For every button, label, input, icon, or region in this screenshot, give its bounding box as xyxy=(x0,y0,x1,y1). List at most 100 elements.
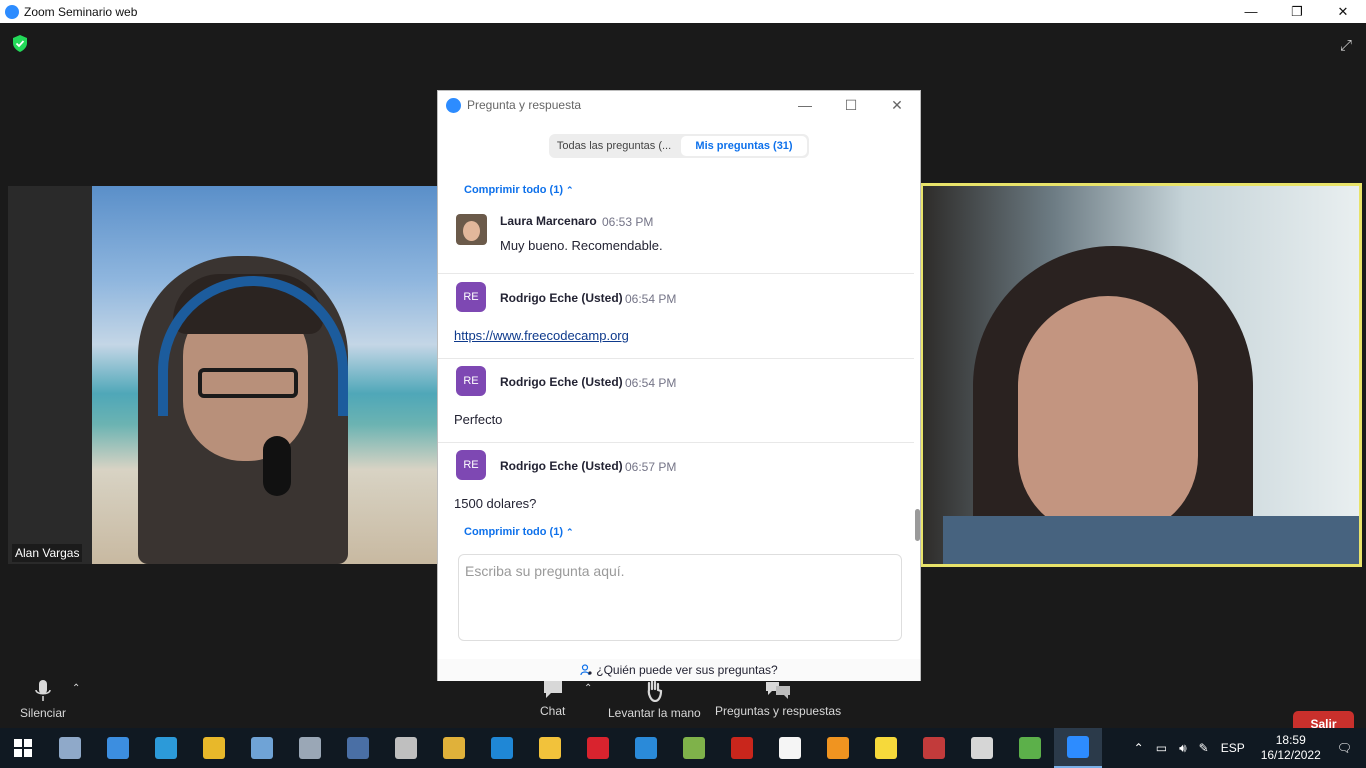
notepad-icon xyxy=(683,737,705,759)
fullscreen-icon[interactable]: ⤢ xyxy=(1340,37,1352,54)
taskbar-app[interactable] xyxy=(334,728,382,768)
taskbar-app[interactable] xyxy=(382,728,430,768)
wizard-icon xyxy=(395,737,417,759)
opera-icon xyxy=(587,737,609,759)
camera-icon xyxy=(299,737,321,759)
message-time: 06:54 PM xyxy=(625,376,677,390)
taskbar-app[interactable] xyxy=(814,728,862,768)
mute-control[interactable]: Silenciar xyxy=(20,680,66,720)
colorful-app-icon xyxy=(1019,737,1041,759)
audio-options-chevron-icon[interactable]: ⌃ xyxy=(72,683,80,694)
vscode-icon xyxy=(635,737,657,759)
close-button[interactable]: ✕ xyxy=(1320,0,1366,23)
taskbar-app[interactable] xyxy=(862,728,910,768)
collapse-all-top-link[interactable]: Comprimir todo (1) ⌃ xyxy=(464,184,574,196)
start-button[interactable] xyxy=(0,728,46,768)
yellow-app-icon xyxy=(875,737,897,759)
clock[interactable]: 18:59 16/12/2022 xyxy=(1261,733,1321,763)
who-can-see-link[interactable]: ¿Quién puede ver sus preguntas? xyxy=(438,659,920,681)
person-lock-icon xyxy=(580,664,592,676)
chat-options-chevron-icon[interactable]: ⌃ xyxy=(584,683,592,694)
qa-bubbles-icon xyxy=(766,682,791,699)
security-shield-icon[interactable] xyxy=(12,35,28,52)
circle-app-icon xyxy=(443,737,465,759)
taskbar-app[interactable] xyxy=(910,728,958,768)
language-indicator[interactable]: ESP xyxy=(1221,741,1245,755)
taskbar-apps xyxy=(46,728,1102,768)
message-time: 06:57 PM xyxy=(625,460,677,474)
taskbar-app[interactable] xyxy=(142,728,190,768)
taskbar-app[interactable] xyxy=(1006,728,1054,768)
volume-icon[interactable]: 🔊︎ xyxy=(1179,741,1187,756)
taskbar-app[interactable] xyxy=(526,728,574,768)
taskbar-app[interactable] xyxy=(670,728,718,768)
tab-my-questions[interactable]: Mis preguntas (31) xyxy=(681,136,807,156)
taskbar-app[interactable] xyxy=(46,728,94,768)
taskbar-app[interactable] xyxy=(622,728,670,768)
minimize-button[interactable]: — xyxy=(1228,0,1274,23)
tab-all-questions[interactable]: Todas las preguntas (... xyxy=(549,134,679,158)
list-item: RE Rodrigo Eche (Usted) 06:57 PM 1500 do… xyxy=(438,443,914,523)
scrollbar-thumb[interactable] xyxy=(915,509,920,541)
calculator-icon xyxy=(347,737,369,759)
zoom-logo-icon xyxy=(5,4,19,19)
taskbar-app[interactable] xyxy=(430,728,478,768)
red-app-icon xyxy=(923,737,945,759)
system-tray: ⌃ ▭ 🔊︎ ✎ ESP 18:59 16/12/2022 🗨︎ xyxy=(1128,728,1366,768)
qa-window-controls: — ☐ ✕ xyxy=(782,91,920,119)
raise-hand-label: Levantar la mano xyxy=(608,706,701,720)
restore-button[interactable]: ❐ xyxy=(1274,0,1320,23)
control-panel-icon xyxy=(107,737,129,759)
microphone xyxy=(263,436,291,496)
question-input-container xyxy=(458,554,902,641)
avatar: RE xyxy=(456,366,486,396)
video-tile-right-active-speaker[interactable] xyxy=(920,183,1362,567)
qa-tabs: Todas las preguntas (... Mis preguntas (… xyxy=(549,134,809,158)
message-text: Perfecto xyxy=(454,412,503,427)
avatar: RE xyxy=(456,282,486,312)
list-item: Laura Marcenaro 06:53 PM Muy bueno. Reco… xyxy=(438,203,914,274)
taskbar-app[interactable] xyxy=(190,728,238,768)
battery-icon[interactable]: ▭ xyxy=(1156,741,1167,755)
chat-bubble-icon xyxy=(543,681,562,698)
taskbar-app[interactable] xyxy=(1054,728,1102,768)
qa-title: Pregunta y respuesta xyxy=(467,98,582,112)
qa-scrollbar[interactable] xyxy=(914,171,921,626)
taskbar-app[interactable] xyxy=(238,728,286,768)
microphone-icon xyxy=(35,680,51,701)
message-sender: Laura Marcenaro xyxy=(500,214,597,228)
message-link[interactable]: https://www.freecodecamp.org xyxy=(454,328,629,343)
windows-taskbar: ⌃ ▭ 🔊︎ ✎ ESP 18:59 16/12/2022 🗨︎ xyxy=(0,728,1366,768)
taskbar-app[interactable] xyxy=(94,728,142,768)
qa-label: Preguntas y respuestas xyxy=(715,704,842,718)
taskbar-app[interactable] xyxy=(574,728,622,768)
video-tile-left[interactable]: Alan Vargas xyxy=(8,186,438,564)
app-titlebar: Zoom Seminario web — ❐ ✕ xyxy=(0,0,1366,23)
message-sender: Rodrigo Eche (Usted) xyxy=(500,291,623,305)
zoom-icon xyxy=(1067,736,1089,758)
pen-icon[interactable]: ✎ xyxy=(1199,741,1209,755)
taskbar-app[interactable] xyxy=(286,728,334,768)
filezilla-icon xyxy=(731,737,753,759)
taskbar-app[interactable] xyxy=(958,728,1006,768)
message-sender: Rodrigo Eche (Usted) xyxy=(500,459,623,473)
qa-maximize-button[interactable]: ☐ xyxy=(828,91,874,119)
taskbar-app[interactable] xyxy=(718,728,766,768)
file-explorer-icon xyxy=(539,737,561,759)
qa-minimize-button[interactable]: — xyxy=(782,91,828,119)
collapse-all-bottom-link[interactable]: Comprimir todo (1) ⌃ xyxy=(464,526,574,538)
participant-face-2 xyxy=(1018,296,1198,536)
tray-overflow-chevron-icon[interactable]: ⌃ xyxy=(1134,741,1144,755)
sharex-icon xyxy=(155,737,177,759)
question-input[interactable] xyxy=(459,555,901,640)
notifications-icon[interactable]: 🗨︎ xyxy=(1337,741,1352,755)
taskbar-app[interactable] xyxy=(766,728,814,768)
h-app-icon xyxy=(491,737,513,759)
taskbar-app[interactable] xyxy=(478,728,526,768)
raise-hand-control[interactable]: Levantar la mano xyxy=(608,680,701,720)
chevron-up-icon: ⌃ xyxy=(566,527,574,537)
qa-control[interactable]: Preguntas y respuestas xyxy=(715,680,841,718)
qa-close-button[interactable]: ✕ xyxy=(874,91,920,119)
chat-control[interactable]: Chat xyxy=(540,680,565,718)
window-controls: — ❐ ✕ xyxy=(1228,0,1366,23)
